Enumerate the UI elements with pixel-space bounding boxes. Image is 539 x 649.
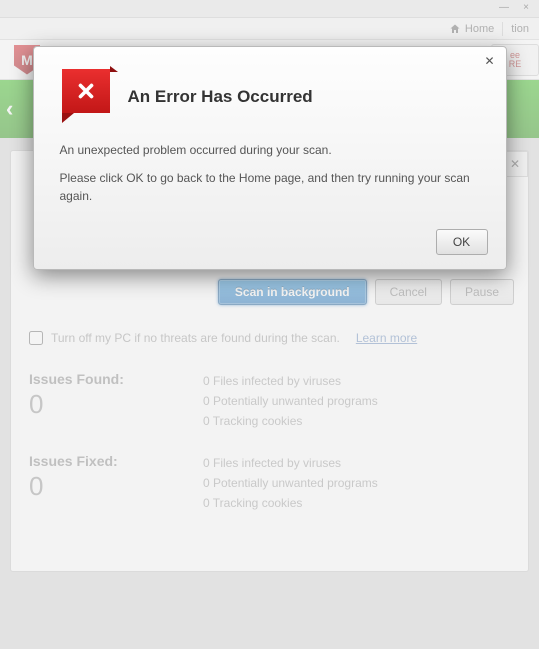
ok-button[interactable]: OK xyxy=(436,229,488,255)
dialog-footer: OK xyxy=(34,223,506,255)
close-icon xyxy=(75,80,97,102)
dialog-title: An Error Has Occurred xyxy=(128,87,313,107)
error-dialog: ✕ An Error Has Occurred An unexpected pr… xyxy=(33,46,507,270)
dialog-header: An Error Has Occurred xyxy=(34,47,506,139)
dialog-close-button[interactable]: ✕ xyxy=(482,53,498,69)
dialog-message-line: An unexpected problem occurred during yo… xyxy=(60,141,480,159)
dialog-message-line: Please click OK to go back to the Home p… xyxy=(60,169,480,205)
dialog-body: An unexpected problem occurred during yo… xyxy=(34,139,506,223)
error-flag-icon xyxy=(62,69,110,125)
overlay-scrim: ✕ An Error Has Occurred An unexpected pr… xyxy=(0,0,539,649)
